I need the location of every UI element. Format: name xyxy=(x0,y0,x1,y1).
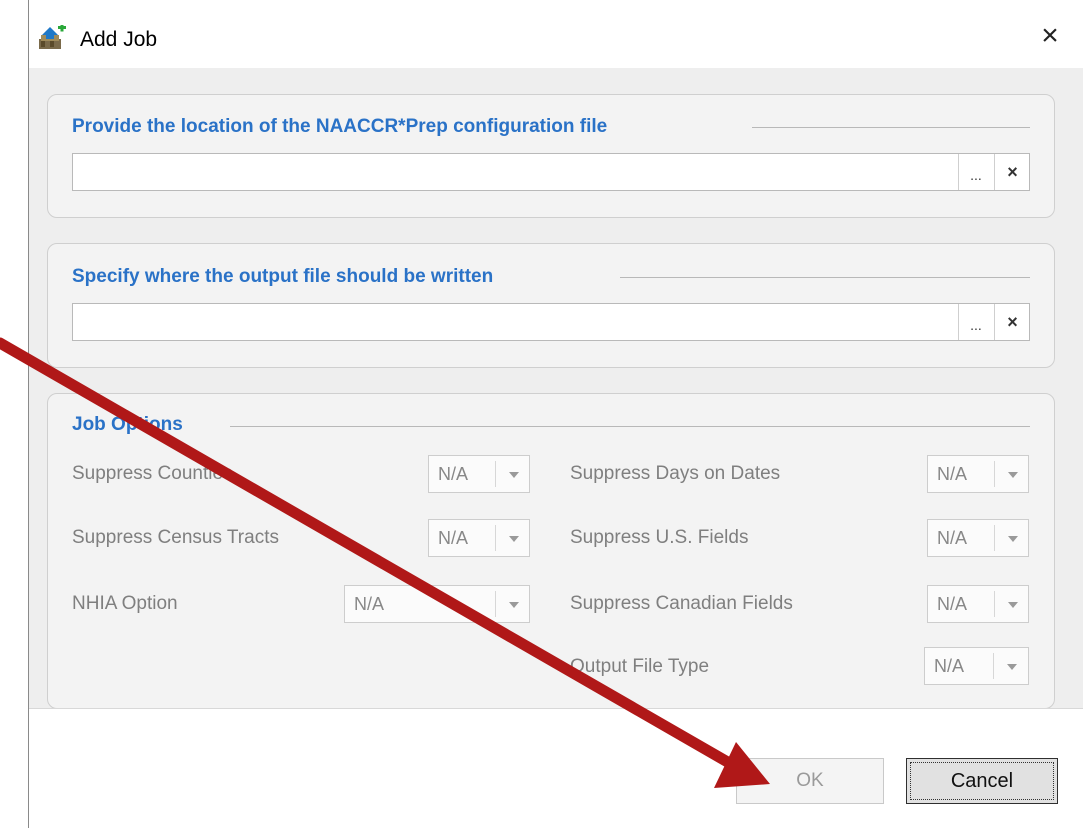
suppress-counties-value: N/A xyxy=(438,464,469,484)
chevron-down-icon xyxy=(509,536,519,542)
config-file-section-title: Provide the location of the NAACCR*Prep … xyxy=(72,116,608,137)
output-file-input[interactable] xyxy=(73,304,957,340)
close-icon[interactable]: × xyxy=(1030,18,1070,54)
chevron-down-icon xyxy=(1008,602,1018,608)
select-separator xyxy=(495,461,496,487)
select-separator xyxy=(994,591,995,617)
suppress-census-tracts-select[interactable]: N/A xyxy=(428,519,530,557)
suppress-counties-select[interactable]: N/A xyxy=(428,455,530,493)
add-job-icon xyxy=(39,25,66,49)
output-file-type-select[interactable]: N/A xyxy=(924,647,1029,685)
suppress-days-on-dates-label: Suppress Days on Dates xyxy=(570,463,781,484)
output-file-clear-icon[interactable]: × xyxy=(994,304,1030,340)
select-separator xyxy=(993,653,994,679)
suppress-us-fields-value: N/A xyxy=(937,528,968,548)
suppress-days-on-dates-value: N/A xyxy=(937,464,968,484)
output-file-section-title: Specify where the output file should be … xyxy=(72,266,494,287)
chevron-down-icon xyxy=(1008,536,1018,542)
select-separator xyxy=(994,525,995,551)
job-options-panel xyxy=(47,393,1055,709)
suppress-us-fields-label: Suppress U.S. Fields xyxy=(570,527,749,548)
config-file-browse-button[interactable]: ... xyxy=(958,154,993,190)
section-divider xyxy=(230,426,1030,427)
suppress-canadian-fields-value: N/A xyxy=(937,594,968,614)
suppress-counties-label: Suppress Counties xyxy=(72,463,233,484)
select-separator xyxy=(495,525,496,551)
nhia-option-select[interactable]: N/A xyxy=(344,585,530,623)
job-options-section-title: Job Options xyxy=(72,414,183,435)
suppress-us-fields-select[interactable]: N/A xyxy=(927,519,1029,557)
chevron-down-icon xyxy=(509,472,519,478)
output-file-field: ... × xyxy=(72,303,1030,341)
output-file-type-value: N/A xyxy=(934,656,965,676)
select-separator xyxy=(495,591,496,617)
chevron-down-icon xyxy=(509,602,519,608)
nhia-option-label: NHIA Option xyxy=(72,593,178,614)
suppress-days-on-dates-select[interactable]: N/A xyxy=(927,455,1029,493)
cancel-button[interactable]: Cancel xyxy=(906,758,1058,804)
add-job-dialog: Add Job × Provide the location of the NA… xyxy=(0,0,1083,829)
output-file-browse-button[interactable]: ... xyxy=(958,304,993,340)
window-title: Add Job xyxy=(80,28,158,51)
suppress-census-tracts-value: N/A xyxy=(438,528,469,548)
config-file-field: ... × xyxy=(72,153,1030,191)
config-file-clear-icon[interactable]: × xyxy=(994,154,1030,190)
title-bar[interactable] xyxy=(29,0,1083,68)
config-file-input[interactable] xyxy=(73,154,957,190)
suppress-census-tracts-label: Suppress Census Tracts xyxy=(72,527,279,548)
chevron-down-icon xyxy=(1007,664,1017,670)
suppress-canadian-fields-select[interactable]: N/A xyxy=(927,585,1029,623)
output-file-type-label: Output File Type xyxy=(570,656,710,677)
select-separator xyxy=(994,461,995,487)
nhia-option-value: N/A xyxy=(354,594,385,614)
section-divider xyxy=(620,277,1030,278)
ok-button[interactable]: OK xyxy=(736,758,884,804)
suppress-canadian-fields-label: Suppress Canadian Fields xyxy=(570,593,793,614)
chevron-down-icon xyxy=(1008,472,1018,478)
section-divider xyxy=(752,127,1030,128)
